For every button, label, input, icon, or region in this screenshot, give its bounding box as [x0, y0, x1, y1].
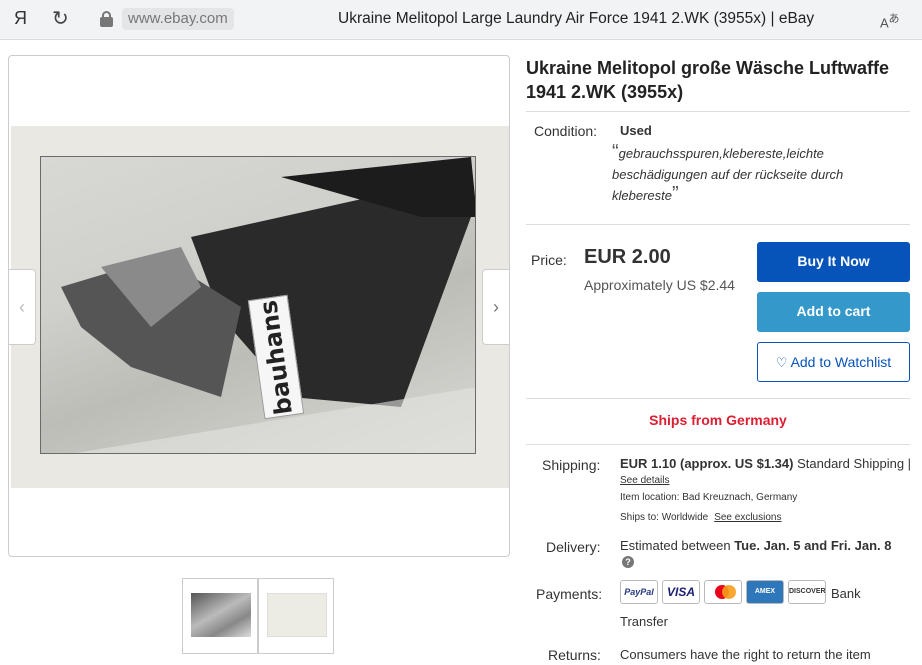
help-icon[interactable]: ? [622, 556, 634, 568]
divider [526, 444, 910, 445]
divider [526, 224, 910, 225]
delivery-label: Delivery: [546, 539, 601, 555]
delivery-and: and [804, 538, 828, 553]
shipping-cost: EUR 1.10 [620, 456, 677, 471]
thumbnail-2-image [267, 593, 327, 637]
heart-icon: ♡ [775, 355, 788, 370]
approx-price: Approximately US $2.44 [584, 277, 735, 293]
delivery-end-date: Fri. Jan. 8 [830, 538, 892, 553]
shipping-service: Standard Shipping | [797, 456, 912, 471]
translate-icon[interactable]: Aあ [880, 10, 900, 30]
lock-icon[interactable] [100, 11, 113, 27]
ships-from-notice: Ships from Germany [649, 412, 787, 428]
open-quote-icon: “ [612, 141, 619, 163]
price-label: Price: [531, 252, 567, 268]
browser-toolbar: Я ↻ www.ebay.com Ukraine Melitopol Large… [0, 0, 922, 40]
payments-label: Payments: [536, 586, 603, 602]
next-image-button[interactable]: › [482, 269, 509, 345]
condition-value: Used [620, 123, 652, 138]
condition-description-text: gebrauchsspuren,klebereste,leichte besch… [612, 146, 844, 203]
add-to-cart-button[interactable]: Add to cart [757, 292, 910, 332]
delivery-prefix: Estimated between [620, 538, 731, 553]
price-value: EUR 2.00 [584, 246, 671, 268]
transfer-label: Transfer [620, 614, 668, 629]
shipping-cost-line: EUR 1.10 (approx. US $1.34) Standard Shi… [620, 456, 911, 471]
see-details-link[interactable]: See details [620, 475, 669, 486]
returns-label: Returns: [548, 647, 601, 663]
divider [526, 111, 910, 112]
thumbnail-2[interactable] [258, 578, 334, 654]
shipping-label: Shipping: [542, 457, 601, 473]
mastercard-icon [704, 580, 742, 604]
prev-image-button[interactable]: ‹ [9, 269, 36, 345]
ships-to-line: Ships to: Worldwide See exclusions [620, 512, 781, 523]
ships-to-text: Ships to: Worldwide [620, 512, 709, 523]
divider [526, 398, 910, 399]
see-exclusions-link[interactable]: See exclusions [714, 512, 781, 523]
shipping-approx-prefix: (approx. [680, 456, 732, 471]
thumbnail-1[interactable] [182, 578, 258, 654]
browser-logo-icon[interactable]: Я [14, 8, 27, 29]
condition-description: “gebrauchsspuren,klebereste,leichte besc… [612, 141, 902, 206]
page-title-tab: Ukraine Melitopol Large Laundry Air Forc… [338, 10, 815, 27]
buy-it-now-button[interactable]: Buy It Now [757, 242, 910, 282]
url-domain[interactable]: www.ebay.com [122, 8, 234, 30]
shipping-approx-usd: US $1.34) [734, 456, 794, 471]
thumbnail-1-image [191, 593, 251, 637]
product-title: Ukraine Melitopol große Wäsche Luftwaffe… [526, 58, 890, 102]
close-quote-icon: ” [671, 183, 679, 205]
main-photo[interactable]: bauhans [40, 156, 476, 454]
paypal-icon: PayPal [620, 580, 658, 604]
amex-icon: AMEX [746, 580, 784, 604]
image-viewer[interactable]: bauhans ‹ › [8, 55, 510, 557]
watchlist-label: Add to Watchlist [790, 354, 892, 370]
visa-icon: VISA [662, 580, 700, 604]
returns-text: Consumers have the right to return the i… [620, 647, 871, 662]
item-location: Item location: Bad Kreuznach, Germany [620, 492, 798, 503]
bank-label: Bank [831, 586, 861, 601]
condition-label: Condition: [534, 123, 598, 139]
discover-icon: DISCOVER [788, 580, 826, 604]
delivery-start-date: Tue. Jan. 5 [734, 538, 801, 553]
add-to-watchlist-button[interactable]: ♡ Add to Watchlist [757, 342, 910, 382]
reload-icon[interactable]: ↻ [52, 6, 69, 31]
main-photo-frame: bauhans [11, 126, 509, 488]
delivery-estimate: Estimated between Tue. Jan. 5 and Fri. J… [620, 538, 892, 553]
